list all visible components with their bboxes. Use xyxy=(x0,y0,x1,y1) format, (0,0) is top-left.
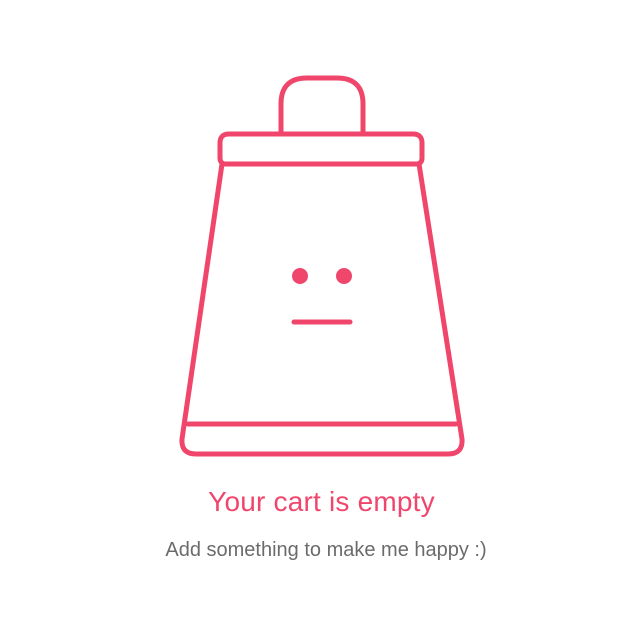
empty-cart-title: Your cart is empty xyxy=(208,486,435,517)
empty-cart-subtitle: Add something to make me happy :) xyxy=(165,539,487,561)
bag-handle xyxy=(278,75,366,137)
bag-top-rim xyxy=(217,131,425,167)
bag-body xyxy=(179,161,465,457)
face-left-eye xyxy=(292,268,308,284)
face-right-eye xyxy=(336,268,352,284)
empty-cart-state: Your cart is empty Add something to make… xyxy=(0,0,643,632)
